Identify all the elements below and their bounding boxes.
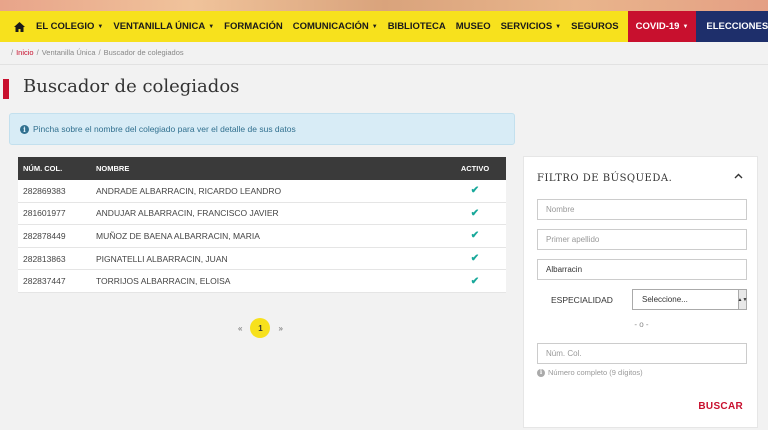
check-icon: ✔: [470, 275, 480, 287]
header-num-col: NÚM. COL.: [23, 164, 63, 173]
caret-down-icon: ▼: [682, 23, 689, 30]
filter-title: FILTRO DE BÚSQUEDA.: [537, 173, 673, 184]
header-activo: ACTIVO: [460, 164, 490, 173]
header-banner-strip: [0, 0, 768, 11]
table-row[interactable]: 282878449 MUÑOZ DE BAENA ALBARRACIN, MAR…: [18, 225, 506, 248]
hint-text: Número completo (9 dígitos): [548, 368, 643, 377]
info-icon: i: [20, 124, 29, 134]
especialidad-select[interactable]: Seleccione... ▲▼: [632, 289, 747, 310]
search-filter-panel: FILTRO DE BÚSQUEDA. ESPECIALIDAD Selecci…: [523, 156, 758, 428]
next-page-button[interactable]: »: [278, 324, 282, 333]
home-button[interactable]: [0, 11, 31, 42]
nav-item-biblioteca[interactable]: BIBLIOTECA: [383, 11, 451, 42]
page-1-button[interactable]: 1: [250, 318, 271, 338]
header-nombre: NOMBRE: [96, 164, 130, 173]
breadcrumb-ventanilla[interactable]: Ventanilla Única: [42, 48, 96, 57]
cell-num-col: 282837447: [23, 276, 66, 287]
colegiado-name-link[interactable]: ANDRADE ALBARRACIN, RICARDO LEANDRO: [91, 186, 444, 196]
caret-down-icon: ▼: [97, 23, 104, 30]
colegiado-name-link[interactable]: TORRIJOS ALBARRACIN, ELOISA: [91, 276, 444, 286]
nav-item-covid[interactable]: COVID-19 ▼: [627, 11, 697, 42]
cell-num-col: 282813863: [23, 253, 66, 264]
check-icon: ✔: [470, 185, 480, 197]
nav-item-formacion[interactable]: FORMACIÓN: [219, 11, 288, 42]
table-header: NÚM. COL. NOMBRE ACTIVO: [18, 157, 506, 180]
main-nav: EL COLEGIO ▼ VENTANILLA ÚNICA ▼ FORMACIÓN …: [0, 11, 768, 42]
cell-num-col: 282878449: [23, 230, 66, 241]
num-col-hint: i Número completo (9 dígitos): [537, 368, 643, 377]
colegiado-name-link[interactable]: ANDUJAR ALBARRACIN, FRANCISCO JAVIER: [91, 208, 444, 218]
table-row[interactable]: 281601977 ANDUJAR ALBARRACIN, FRANCISCO …: [18, 203, 506, 226]
especialidad-selected: Seleccione...: [642, 295, 688, 304]
nav-item-elecciones[interactable]: ELECCIONES 2020: [696, 11, 768, 42]
page-title: Buscador de colegiados: [23, 76, 240, 97]
table-row[interactable]: 282837447 TORRIJOS ALBARRACIN, ELOISA ✔: [18, 270, 506, 293]
breadcrumb: / Inicio / Ventanilla Única / Buscador d…: [11, 48, 184, 57]
nav-item-comunicacion[interactable]: COMUNICACIÓN ▼: [288, 11, 383, 42]
chevron-up-icon[interactable]: [734, 170, 743, 182]
nombre-input[interactable]: [537, 199, 747, 220]
buscar-button[interactable]: BUSCAR: [698, 401, 743, 412]
breadcrumb-current: Buscador de colegiados: [103, 48, 184, 57]
check-icon: ✔: [470, 253, 480, 265]
segundo-apellido-input[interactable]: [537, 259, 747, 280]
colegiado-name-link[interactable]: PIGNATELLI ALBARRACIN, JUAN: [91, 254, 444, 264]
nav-item-ventanilla-unica[interactable]: VENTANILLA ÚNICA ▼: [108, 11, 219, 42]
table-row[interactable]: 282869383 ANDRADE ALBARRACIN, RICARDO LE…: [18, 180, 506, 203]
caret-down-icon: ▼: [555, 23, 562, 30]
divider: [0, 64, 768, 65]
nav-item-museo[interactable]: MUSEO: [451, 11, 496, 42]
info-text: Pincha sobre el nombre del colegiado par…: [33, 124, 296, 134]
results-table: NÚM. COL. NOMBRE ACTIVO 282869383 ANDRAD…: [18, 157, 506, 293]
num-col-input[interactable]: [537, 343, 747, 364]
nav-item-seguros[interactable]: SEGUROS: [566, 11, 624, 42]
cell-num-col: 281601977: [23, 208, 66, 219]
or-separator: - o -: [634, 320, 649, 329]
nav-item-servicios[interactable]: SERVICIOS ▼: [496, 11, 567, 42]
check-icon: ✔: [470, 230, 480, 242]
caret-down-icon: ▼: [371, 23, 378, 30]
home-icon: [14, 21, 25, 32]
caret-down-icon: ▼: [208, 23, 215, 30]
nav-item-el-colegio[interactable]: EL COLEGIO ▼: [31, 11, 108, 42]
select-arrows-icon: ▲▼: [738, 290, 747, 309]
cell-num-col: 282869383: [23, 185, 66, 196]
table-row[interactable]: 282813863 PIGNATELLI ALBARRACIN, JUAN ✔: [18, 248, 506, 271]
primer-apellido-input[interactable]: [537, 229, 747, 250]
prev-page-button[interactable]: «: [238, 324, 242, 333]
breadcrumb-inicio[interactable]: Inicio: [16, 48, 34, 57]
colegiado-name-link[interactable]: MUÑOZ DE BAENA ALBARRACIN, MARIA: [91, 231, 444, 241]
info-icon: i: [537, 368, 545, 377]
especialidad-label: ESPECIALIDAD: [551, 295, 613, 305]
info-alert: i Pincha sobre el nombre del colegiado p…: [9, 113, 515, 145]
title-accent-bar: [3, 79, 9, 99]
pagination: « 1 »: [238, 318, 283, 338]
check-icon: ✔: [470, 207, 480, 219]
